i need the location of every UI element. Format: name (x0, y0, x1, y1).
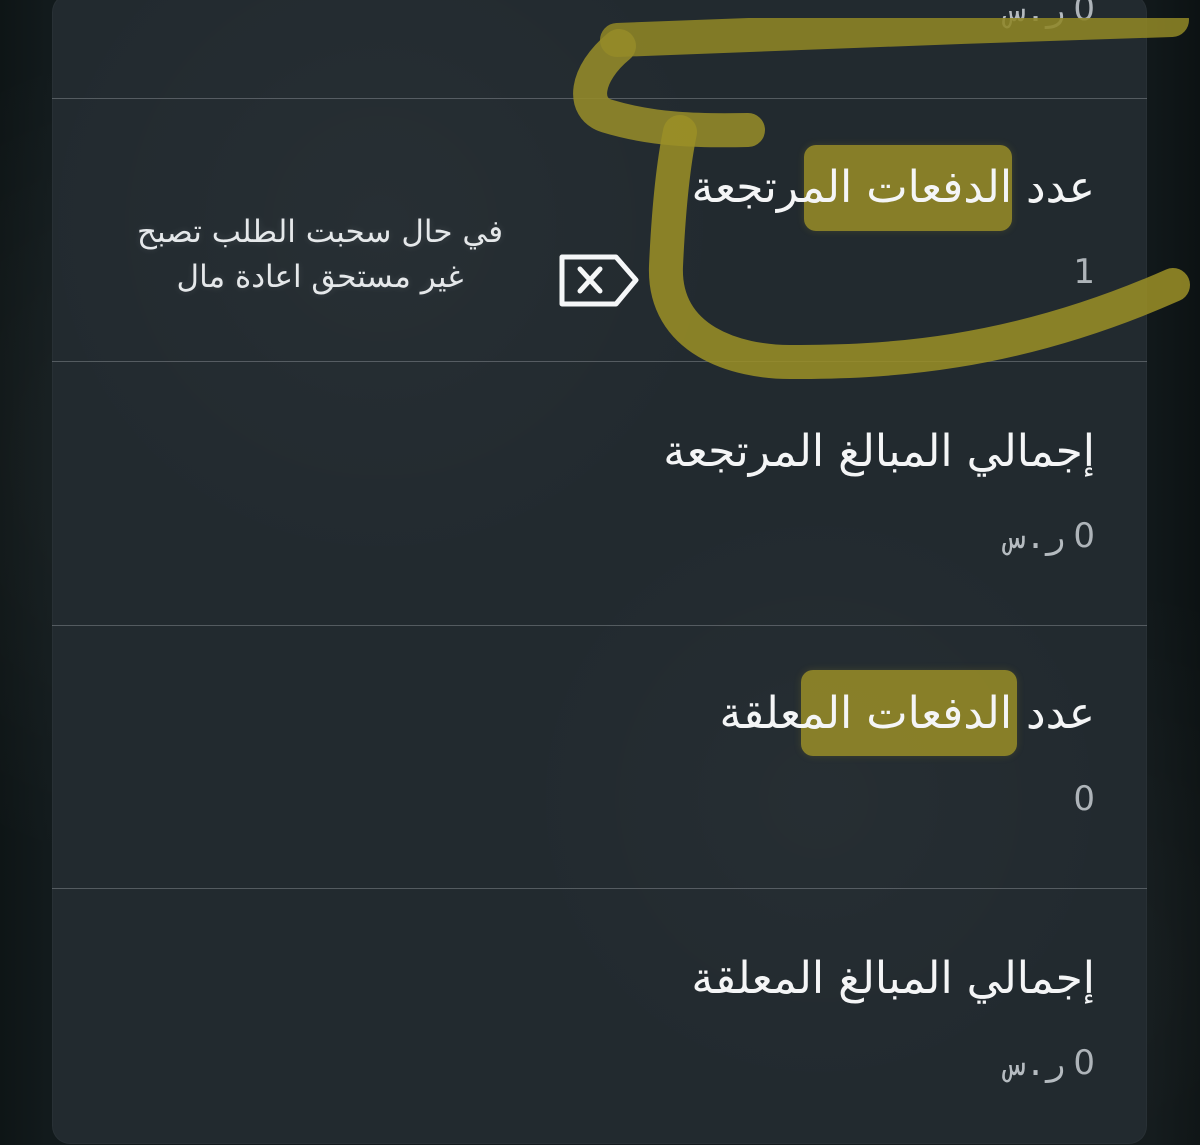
withdrawal-note-line-1: في حال سحبت الطلب تصبح (136, 214, 504, 250)
pending-payments-count-label: عدد الدفعات المعلقة (719, 688, 1095, 739)
saudi-riyal-icon: ر.س (1005, 0, 1068, 29)
top-partial-value: ر.س 0 (1006, 0, 1095, 26)
pending-amounts-total-value-text: 0 (1073, 1043, 1095, 1083)
section-top-partial: ر.س 0 (52, 0, 1147, 98)
saudi-riyal-icon: ر.س (1005, 516, 1068, 556)
details-card: ر.س 0 عدد الدفعات المرتجعة 1 إجمالي المب… (52, 0, 1147, 1144)
withdrawal-note: في حال سحبت الطلب تصبح غير مستحق اعادة م… (95, 210, 545, 330)
withdrawal-note-line-2: غير مستحق اعادة مال (176, 258, 464, 295)
top-partial-value-text: 0 (1073, 0, 1095, 29)
returned-payments-count-value-text: 1 (1073, 252, 1095, 292)
pending-payments-count-value-text: 0 (1073, 779, 1095, 819)
returned-payments-count-value: 1 (1073, 255, 1095, 289)
pending-amounts-total-label: إجمالي المبالغ المعلقة (691, 953, 1095, 1004)
returned-amounts-total-value-text: 0 (1073, 516, 1095, 556)
returned-payments-count-label: عدد الدفعات المرتجعة (691, 162, 1095, 213)
pending-amounts-total-section: إجمالي المبالغ المعلقة ر.س 0 (52, 888, 1147, 1144)
pending-payments-count-section: عدد الدفعات المعلقة 0 (52, 625, 1147, 889)
returned-amounts-total-section: إجمالي المبالغ المرتجعة ر.س 0 (52, 361, 1147, 625)
returned-amounts-total-value: ر.س 0 (1006, 519, 1095, 553)
close-tag-icon (559, 254, 639, 307)
pending-payments-count-value: 0 (1073, 782, 1095, 816)
saudi-riyal-icon: ر.س (1005, 1043, 1068, 1083)
returned-amounts-total-label: إجمالي المبالغ المرتجعة (663, 426, 1095, 477)
pending-amounts-total-value: ر.س 0 (1006, 1046, 1095, 1080)
